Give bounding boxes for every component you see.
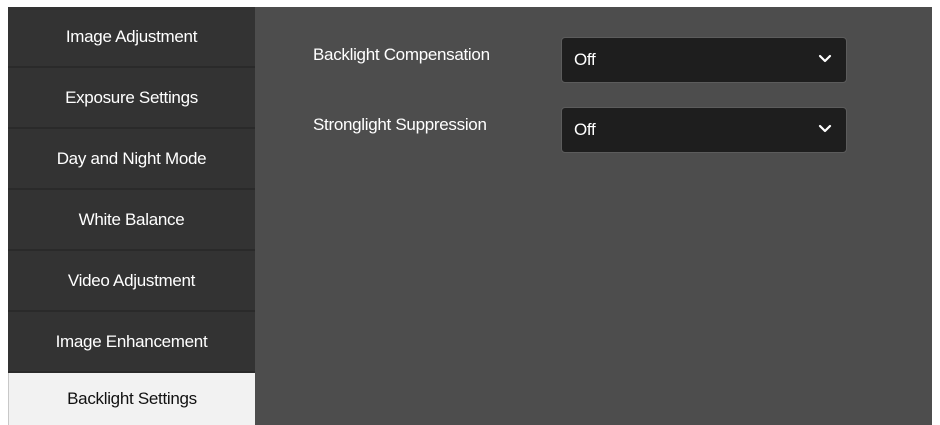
select-value: Off: [574, 120, 596, 139]
chevron-down-icon: [818, 54, 832, 63]
settings-content: Backlight Compensation Off Stronglight S…: [255, 7, 932, 425]
stronglight-suppression-row: Stronglight Suppression Off: [313, 107, 873, 155]
sidebar-item-image-enhancement[interactable]: Image Enhancement: [8, 312, 255, 373]
sidebar-item-label: Video Adjustment: [67, 270, 196, 290]
sidebar-item-label: Exposure Settings: [65, 87, 198, 107]
sidebar-item-label: Backlight Settings: [67, 389, 197, 408]
sidebar-item-image-adjustment[interactable]: Image Adjustment: [8, 7, 255, 68]
sidebar-item-label: Image Adjustment: [65, 26, 198, 46]
camera-settings-panel: Image Adjustment Exposure Settings Day a…: [0, 0, 940, 425]
backlight-compensation-label: Backlight Compensation: [313, 45, 490, 64]
chevron-down-icon: [818, 124, 832, 133]
sidebar-item-label: Image Enhancement: [55, 331, 208, 351]
sidebar-item-label: Day and Night Mode: [56, 148, 207, 168]
sidebar-item-white-balance[interactable]: White Balance: [8, 190, 255, 251]
backlight-compensation-select[interactable]: Off: [561, 37, 847, 83]
sidebar-item-day-and-night-mode[interactable]: Day and Night Mode: [8, 129, 255, 190]
sidebar-item-label: White Balance: [78, 209, 185, 229]
stronglight-suppression-label: Stronglight Suppression: [313, 115, 487, 134]
backlight-compensation-row: Backlight Compensation Off: [313, 37, 873, 85]
settings-sidebar: Image Adjustment Exposure Settings Day a…: [8, 7, 255, 425]
sidebar-item-video-adjustment[interactable]: Video Adjustment: [8, 251, 255, 312]
sidebar-item-exposure-settings[interactable]: Exposure Settings: [8, 68, 255, 129]
stronglight-suppression-select[interactable]: Off: [561, 107, 847, 153]
sidebar-item-backlight-settings[interactable]: Backlight Settings: [8, 373, 255, 425]
select-value: Off: [574, 50, 596, 69]
